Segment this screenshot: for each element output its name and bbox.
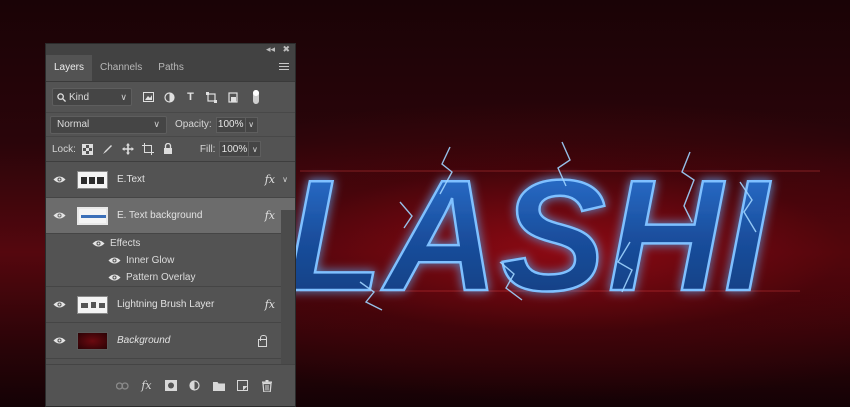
lock-image-pixels-icon[interactable] [102, 143, 114, 155]
visibility-eye-icon[interactable] [108, 273, 121, 282]
layer-name: Lightning Brush Layer [117, 299, 215, 310]
fill-slider-toggle[interactable]: ∨ [249, 141, 262, 157]
lock-label: Lock: [52, 143, 76, 155]
lock-position-icon[interactable] [121, 143, 134, 155]
chevron-down-icon: ∨ [153, 119, 160, 129]
tab-layers[interactable]: Layers [46, 55, 93, 81]
layers-panel: ◂◂ ✖ Layers Channels Paths Kind ∨ T Norm… [45, 43, 296, 407]
layer-filter-row: Kind ∨ T [46, 82, 295, 112]
artwork-svg: LASHI [285, 141, 770, 325]
opacity-slider-toggle[interactable]: ∨ [245, 116, 258, 133]
lock-artboard-icon[interactable] [141, 143, 154, 155]
panel-tabs: Layers Channels Paths [46, 55, 295, 82]
fill-input[interactable]: 100% [219, 141, 250, 157]
effect-row-inner-glow[interactable]: Inner Glow [46, 252, 295, 269]
shape-filter-icon[interactable] [205, 91, 218, 104]
blend-opacity-row: Normal ∨ Opacity: 100% ∨ [46, 112, 295, 136]
layers-scrollbar[interactable] [281, 210, 295, 365]
effect-name: Pattern Overlay [126, 272, 196, 283]
lock-transparent-pixels-icon[interactable] [82, 143, 94, 155]
smart-object-filter-icon[interactable] [226, 91, 239, 104]
layer-thumbnail [77, 206, 108, 225]
visibility-eye-icon[interactable] [46, 211, 72, 220]
visibility-eye-icon[interactable] [46, 300, 72, 309]
opacity-input[interactable]: 100% [215, 116, 246, 133]
visibility-eye-icon[interactable] [46, 175, 72, 184]
lightning-text-artwork: LASHI [285, 141, 770, 325]
effect-name: Inner Glow [126, 255, 175, 266]
blend-mode-select[interactable]: Normal ∨ [50, 115, 167, 134]
panel-footer-toolbar: fx [46, 364, 295, 406]
blend-mode-value: Normal [57, 119, 90, 130]
layer-thumbnail [77, 295, 108, 314]
link-layers-icon[interactable] [116, 379, 129, 392]
filter-kind-select[interactable]: Kind ∨ [52, 88, 132, 106]
layer-thumbnail [77, 170, 108, 189]
layer-row-lightning-brush[interactable]: Lightning Brush Layer fx ∨ [46, 287, 295, 323]
lock-fill-row: Lock: Fill: 100% ∨ [46, 136, 295, 162]
tab-paths[interactable]: Paths [150, 55, 192, 81]
visibility-eye-icon[interactable] [92, 239, 105, 248]
new-adjustment-layer-icon[interactable] [188, 379, 201, 392]
effects-group-row[interactable]: Effects [46, 234, 295, 252]
filter-kind-label: Kind [69, 91, 90, 103]
lock-all-icon[interactable] [162, 143, 174, 155]
layers-list: E.Text fx ∨ E. Text background fx ∧ Effe… [46, 162, 295, 359]
opacity-label: Opacity: [175, 119, 212, 130]
type-filter-icon[interactable]: T [184, 91, 197, 104]
layer-thumbnail [77, 331, 108, 350]
chevron-down-icon[interactable]: ∨ [282, 175, 288, 184]
artwork-text: LASHI [286, 148, 771, 324]
effect-row-pattern-overlay[interactable]: Pattern Overlay [46, 269, 295, 287]
lock-icon [258, 335, 267, 347]
chevron-down-icon: ∨ [120, 91, 127, 102]
image-filter-icon[interactable] [142, 91, 155, 104]
layer-row-etext[interactable]: E.Text fx ∨ [46, 162, 295, 198]
layer-effects-icon[interactable]: fx [265, 209, 275, 222]
tab-channels[interactable]: Channels [92, 55, 150, 81]
delete-layer-icon[interactable] [260, 379, 273, 392]
add-layer-style-icon[interactable]: fx [140, 379, 153, 392]
layer-row-etext-background[interactable]: E. Text background fx ∧ [46, 198, 295, 234]
fill-label: Fill: [199, 143, 216, 155]
layer-effects-icon[interactable]: fx [265, 298, 275, 311]
effects-label: Effects [110, 237, 141, 249]
visibility-eye-icon[interactable] [46, 336, 72, 345]
add-mask-icon[interactable] [164, 379, 177, 392]
filter-toggle-icon[interactable] [253, 90, 259, 104]
layer-name: E.Text [117, 174, 145, 185]
collapse-panel-icon[interactable]: ◂◂ [266, 44, 275, 55]
layer-effects-icon[interactable]: fx [265, 173, 275, 186]
visibility-eye-icon[interactable] [108, 256, 121, 265]
layer-name: E. Text background [117, 210, 203, 221]
panel-menu-icon[interactable] [279, 63, 289, 72]
new-group-icon[interactable] [212, 379, 225, 392]
adjustment-filter-icon[interactable] [163, 91, 176, 104]
layer-name: Background [117, 335, 171, 346]
layer-effects-list: Effects Inner Glow Pattern Overlay [46, 234, 295, 287]
search-icon [57, 92, 66, 102]
layer-row-background[interactable]: Background [46, 323, 295, 359]
close-panel-icon[interactable]: ✖ [282, 44, 290, 55]
new-layer-icon[interactable] [236, 379, 249, 392]
